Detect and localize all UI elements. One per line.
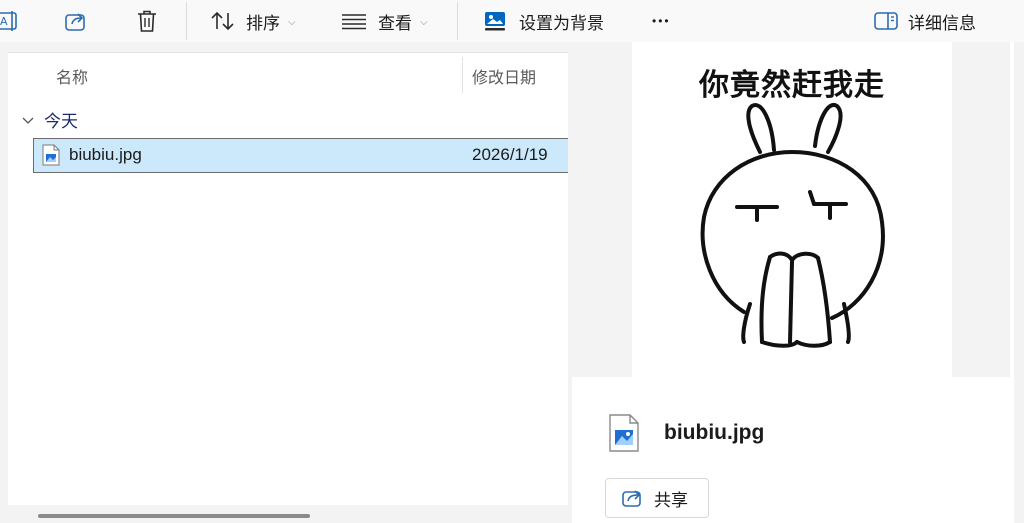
rabbit-drawing [700,103,885,348]
svg-text:A: A [0,15,8,28]
delete-button[interactable] [136,0,160,42]
command-bar: A 排序 ⌵ 查看 ⌵ 设置为背景 ••• 详细信息 [0,0,1024,42]
set-background-icon [485,12,505,31]
file-explorer-window: A 排序 ⌵ 查看 ⌵ 设置为背景 ••• 详细信息 名称 修改日期 今天 bi… [0,0,1024,523]
share-toolbar-button[interactable] [64,0,90,42]
column-header-row: 名称 修改日期 [8,53,568,95]
details-pane-icon [874,12,898,30]
column-divider[interactable] [462,57,463,93]
rename-icon: A [0,11,17,31]
trash-icon [138,10,156,32]
toolbar-divider [186,2,187,40]
view-button[interactable]: 查看 ⌵ [342,0,428,42]
preview-pane: 你竟然赶我走 biubiu.jpg 共享 [572,42,1024,523]
group-header-today[interactable]: 今天 [22,107,78,132]
horizontal-scrollbar[interactable] [8,505,568,523]
file-modified-date: 2026/1/19 [472,145,548,164]
set-as-background-button[interactable]: 设置为背景 [483,0,604,42]
preview-image-area: 你竟然赶我走 [572,42,1010,377]
scrollbar-thumb[interactable] [38,514,310,518]
column-header-date[interactable]: 修改日期 [472,64,536,88]
file-list-pane: 名称 修改日期 今天 biubiu.jpg 2026/1/19 [8,52,568,523]
view-label: 查看 [378,13,412,33]
group-label: 今天 [44,112,78,131]
file-name: biubiu.jpg [69,145,142,164]
file-row[interactable]: biubiu.jpg 2026/1/19 [33,138,568,173]
sort-arrows-icon [211,11,234,31]
chevron-down-icon: ⌵ [288,16,296,28]
preview-image: 你竟然赶我走 [632,42,952,377]
image-file-icon [42,144,60,166]
share-icon [622,490,641,507]
set-background-label: 设置为背景 [519,13,604,33]
chevron-down-icon [22,117,34,124]
more-options-button[interactable]: ••• [652,0,671,42]
view-list-icon [342,14,366,30]
toolbar-divider [457,2,458,40]
details-pane-button[interactable]: 详细信息 [874,0,976,42]
chevron-down-icon: ⌵ [420,16,428,28]
image-file-icon [609,414,639,452]
sort-label: 排序 [246,13,280,33]
sort-button[interactable]: 排序 ⌵ [210,0,296,42]
rename-button[interactable]: A [0,0,24,42]
details-label: 详细信息 [908,13,976,33]
share-icon [65,13,85,31]
preview-file-name: biubiu.jpg [664,421,765,444]
window-edge [1014,42,1024,523]
share-label: 共享 [654,490,688,510]
column-header-name[interactable]: 名称 [56,64,88,88]
share-button[interactable]: 共享 [605,478,709,518]
more-icon: ••• [652,14,671,28]
